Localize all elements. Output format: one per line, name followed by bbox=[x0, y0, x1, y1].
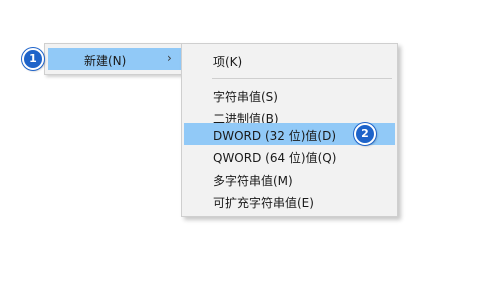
submenu-item-label: 可扩充字符串值(E) bbox=[213, 196, 314, 210]
submenu-item-label: 多字符串值(M) bbox=[213, 174, 293, 188]
submenu-item-label: QWORD (64 位)值(Q) bbox=[213, 151, 337, 165]
context-menu: 新建(N) › bbox=[44, 43, 182, 75]
chevron-right-icon: › bbox=[167, 51, 172, 65]
step-badge-2: 2 bbox=[354, 123, 376, 145]
submenu-item-multi-string-value[interactable]: 多字符串值(M) bbox=[184, 168, 395, 190]
screenshot-stage: 新建(N) › 项(K) 字符串值(S) 二进制值(B) DWORD (32 位… bbox=[0, 0, 500, 291]
menu-item-new-label: 新建(N) bbox=[84, 54, 127, 68]
submenu-item-string-value[interactable]: 字符串值(S) bbox=[184, 84, 395, 106]
menu-item-new[interactable]: 新建(N) › bbox=[48, 48, 182, 70]
submenu-item-label: DWORD (32 位)值(D) bbox=[213, 129, 336, 143]
step-badge-1: 1 bbox=[22, 48, 44, 70]
submenu-item-qword-value[interactable]: QWORD (64 位)值(Q) bbox=[184, 145, 395, 167]
menu-separator bbox=[212, 78, 392, 79]
submenu-item-expandable-string-value[interactable]: 可扩充字符串值(E) bbox=[184, 190, 395, 212]
submenu-item-label: 项(K) bbox=[213, 55, 243, 69]
submenu-item-label: 字符串值(S) bbox=[213, 90, 278, 104]
submenu-item-key[interactable]: 项(K) bbox=[184, 49, 395, 71]
